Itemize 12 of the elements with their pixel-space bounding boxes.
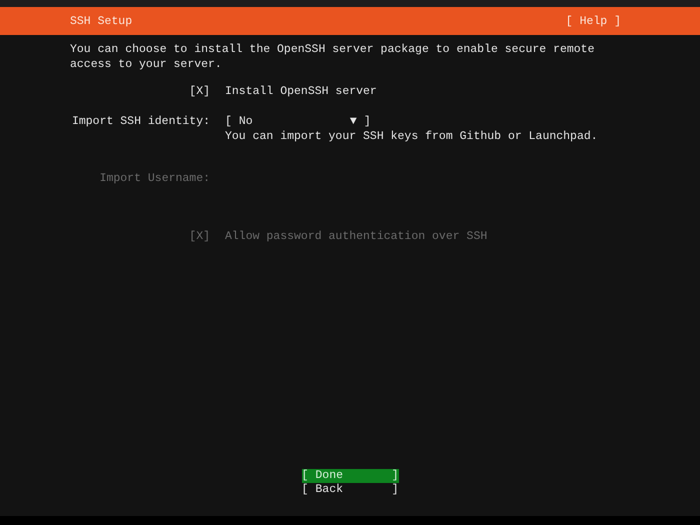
description-text: You can choose to install the OpenSSH server package to enable secure remote access to your server.: [70, 42, 596, 72]
field-label: Import SSH identity:: [72, 114, 210, 130]
checkbox[interactable]: [X]: [189, 84, 210, 99]
dropdown[interactable]: [ No ▼ ]: [225, 114, 371, 129]
done-button[interactable]: [ Done ]: [302, 469, 398, 483]
field-label: Import Username:: [100, 171, 210, 187]
checkbox-label: Allow password authentication over SSH: [225, 230, 488, 243]
checkbox: [X]: [189, 229, 210, 244]
hint-text: You can import your SSH keys from Github or Launchpad.: [225, 129, 598, 144]
screen-title: SSH Setup: [70, 14, 132, 28]
back-button[interactable]: [ Back ]: [302, 483, 398, 497]
checkbox-label: Install OpenSSH server: [225, 85, 377, 98]
